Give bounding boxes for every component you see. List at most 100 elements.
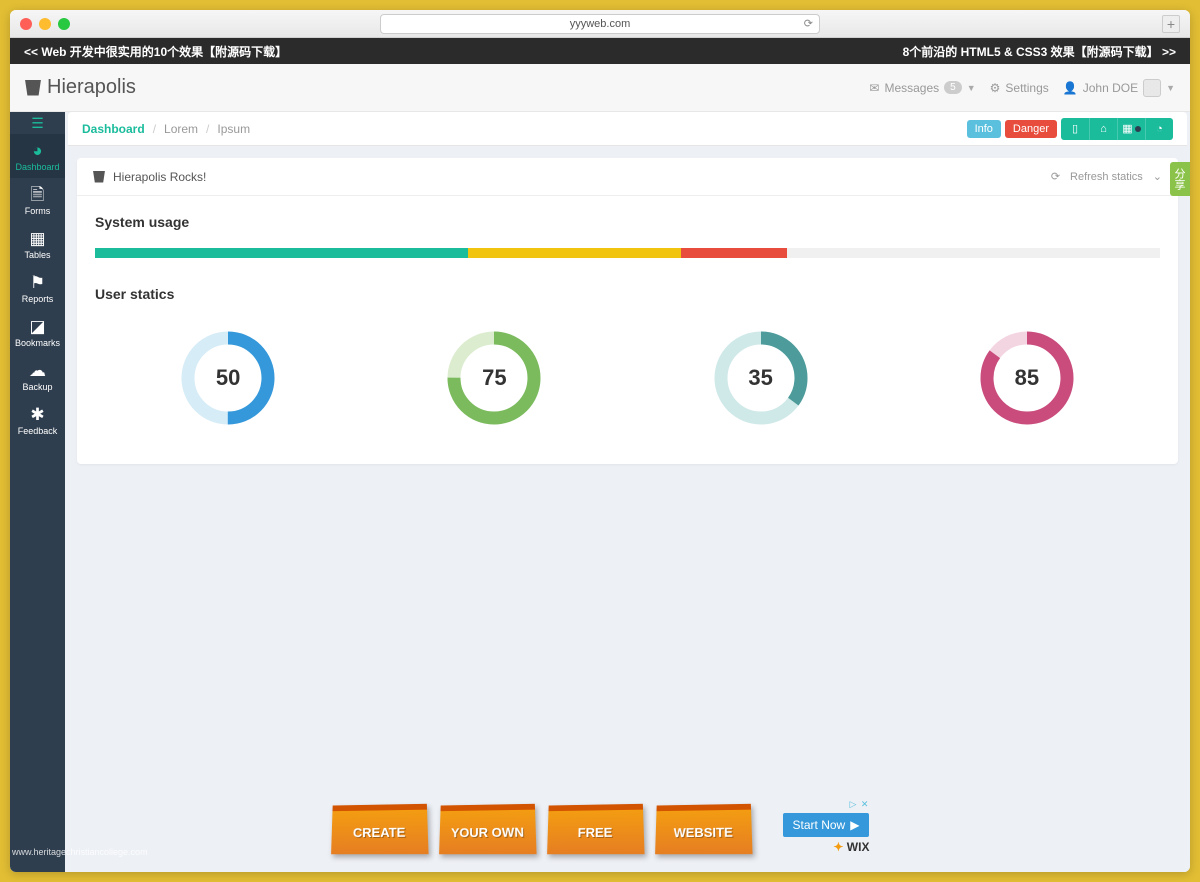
footer-url: www.heritagechristiancollege.com — [12, 847, 148, 857]
sidebar-item-label: Feedback — [18, 426, 58, 436]
breadcrumb-separator: / — [153, 122, 156, 136]
banner-right[interactable]: 8个前沿的 HTML5 & CSS3 效果【附源码下载】 >> — [903, 43, 1176, 60]
breadcrumb-bar: Dashboard / Lorem / Ipsum Info Danger ▯ … — [68, 112, 1187, 146]
chevron-down-icon[interactable]: ⌄ — [1153, 170, 1162, 183]
url-bar[interactable]: yyyweb.com ⟳ — [380, 14, 820, 34]
messages-menu[interactable]: ✉ Messages 5 ▼ — [869, 81, 975, 95]
envelope-icon: ✉ — [869, 81, 879, 95]
sidebar-item-label: Backup — [22, 382, 52, 392]
banner-left[interactable]: << Web 开发中很实用的10个效果【附源码下载】 — [24, 43, 287, 60]
sidebar-item-dashboard[interactable]: ◕ Dashboard — [10, 134, 65, 178]
sidebar-item-bookmarks[interactable]: ◪ Bookmarks — [10, 310, 65, 354]
donut-value: 50 — [180, 330, 276, 426]
sidebar-item-backup[interactable]: ☁ Backup — [10, 354, 65, 398]
sidebar-item-feedback[interactable]: ✱ Feedback — [10, 398, 65, 442]
ad-brand: ✦ WIX — [833, 840, 869, 854]
info-badge[interactable]: Info — [967, 120, 1001, 138]
ad-row: CREATE YOUR OWN FREE WEBSITE ▷ ✕ Start N… — [10, 799, 1190, 854]
ad-card[interactable]: FREE — [547, 804, 644, 854]
url-text: yyyweb.com — [570, 18, 631, 30]
sidebar: ☰ ◕ Dashboard 🗎 Forms ▦ Tables ⚑ Reports… — [10, 112, 65, 872]
bug-icon: ✱ — [30, 406, 44, 423]
chevron-down-icon: ▼ — [967, 83, 976, 93]
table-icon: ▦ — [29, 230, 45, 247]
progress-segment — [95, 248, 468, 258]
panel-icon — [93, 171, 105, 183]
breadcrumb-item[interactable]: Dashboard — [82, 122, 145, 136]
refresh-label[interactable]: Refresh statics — [1070, 171, 1143, 183]
sidebar-item-label: Bookmarks — [15, 338, 60, 348]
gear-icon: ⚙ — [990, 81, 1001, 95]
new-tab-button[interactable]: + — [1162, 15, 1180, 33]
user-statics-title: User statics — [95, 286, 1160, 302]
settings-label: Settings — [1005, 81, 1048, 95]
messages-count: 5 — [944, 81, 962, 94]
panel-header: Hierapolis Rocks! ⟳ Refresh statics ⌄ — [77, 158, 1178, 196]
breadcrumb-separator: / — [206, 122, 209, 136]
bookmark-icon: ◪ — [29, 318, 45, 335]
user-menu[interactable]: 👤 John DOE ▼ — [1063, 79, 1175, 97]
sidebar-item-label: Forms — [25, 206, 51, 216]
donut-chart: 35 — [713, 330, 809, 426]
breadcrumb: Dashboard / Lorem / Ipsum — [82, 122, 250, 136]
ad-card[interactable]: YOUR OWN — [439, 804, 536, 854]
ad-marker[interactable]: ▷ ✕ — [849, 799, 869, 810]
sidebar-item-reports[interactable]: ⚑ Reports — [10, 266, 65, 310]
main-panel: Hierapolis Rocks! ⟳ Refresh statics ⌄ Sy… — [77, 158, 1178, 464]
breadcrumb-item[interactable]: Lorem — [164, 122, 198, 136]
top-banner: << Web 开发中很实用的10个效果【附源码下载】 8个前沿的 HTML5 &… — [10, 38, 1190, 64]
reload-icon[interactable]: ⟳ — [804, 17, 813, 30]
sidebar-toggle[interactable]: ☰ — [10, 112, 65, 134]
brand-icon — [25, 80, 41, 96]
mobile-icon[interactable]: ▯ — [1061, 118, 1089, 140]
window-maximize-icon[interactable] — [58, 18, 70, 30]
donut-chart: 75 — [446, 330, 542, 426]
app-header: Hierapolis ✉ Messages 5 ▼ ⚙ Settings 👤 J… — [10, 64, 1190, 112]
main-content: Dashboard / Lorem / Ipsum Info Danger ▯ … — [65, 112, 1190, 872]
window-minimize-icon[interactable] — [39, 18, 51, 30]
progress-segment — [468, 248, 681, 258]
system-usage-bar — [95, 248, 1160, 258]
laptop-icon[interactable]: ⌂ — [1089, 118, 1117, 140]
ad-start-button[interactable]: Start Now ▶ — [783, 813, 870, 837]
sidebar-item-label: Reports — [22, 294, 54, 304]
ad-button-label: Start Now — [793, 818, 846, 832]
donut-value: 75 — [446, 330, 542, 426]
sidebar-item-tables[interactable]: ▦ Tables — [10, 222, 65, 266]
panel-title: Hierapolis Rocks! — [113, 170, 206, 184]
brand-text: Hierapolis — [47, 76, 136, 99]
avatar — [1143, 79, 1161, 97]
dashboard-icon: ◕ — [32, 142, 42, 159]
progress-segment — [681, 248, 788, 258]
user-name: John DOE — [1083, 81, 1138, 95]
sidebar-item-forms[interactable]: 🗎 Forms — [10, 178, 65, 222]
sidebar-item-label: Dashboard — [15, 162, 59, 172]
refresh-icon[interactable]: ⟳ — [1051, 170, 1060, 183]
chat-icon[interactable]: ◔ — [1145, 118, 1173, 140]
flag-icon: ⚑ — [30, 274, 45, 291]
breadcrumb-item[interactable]: Ipsum — [217, 122, 250, 136]
settings-menu[interactable]: ⚙ Settings — [990, 81, 1049, 95]
toolbar-group: ▯ ⌂ ▦ ◔ — [1061, 118, 1173, 140]
donut-value: 85 — [979, 330, 1075, 426]
danger-badge[interactable]: Danger — [1005, 120, 1057, 138]
ad-card[interactable]: CREATE — [331, 804, 428, 854]
donut-value: 35 — [713, 330, 809, 426]
messages-label: Messages — [884, 81, 939, 95]
system-usage-title: System usage — [95, 214, 1160, 230]
sidebar-item-label: Tables — [24, 250, 50, 260]
user-icon: 👤 — [1063, 81, 1078, 95]
play-icon: ▶ — [850, 818, 859, 832]
file-icon: 🗎 — [31, 186, 45, 203]
ad-card[interactable]: WEBSITE — [655, 804, 752, 854]
brand[interactable]: Hierapolis — [25, 76, 136, 99]
calendar-icon[interactable]: ▦ — [1117, 118, 1145, 140]
browser-chrome: yyyweb.com ⟳ + — [10, 10, 1190, 38]
cloud-icon: ☁ — [29, 362, 46, 379]
chevron-down-icon: ▼ — [1166, 83, 1175, 93]
share-tab[interactable]: 分享 — [1170, 162, 1190, 196]
donut-chart: 50 — [180, 330, 276, 426]
donut-row: 50 75 35 85 — [95, 320, 1160, 436]
window-close-icon[interactable] — [20, 18, 32, 30]
donut-chart: 85 — [979, 330, 1075, 426]
